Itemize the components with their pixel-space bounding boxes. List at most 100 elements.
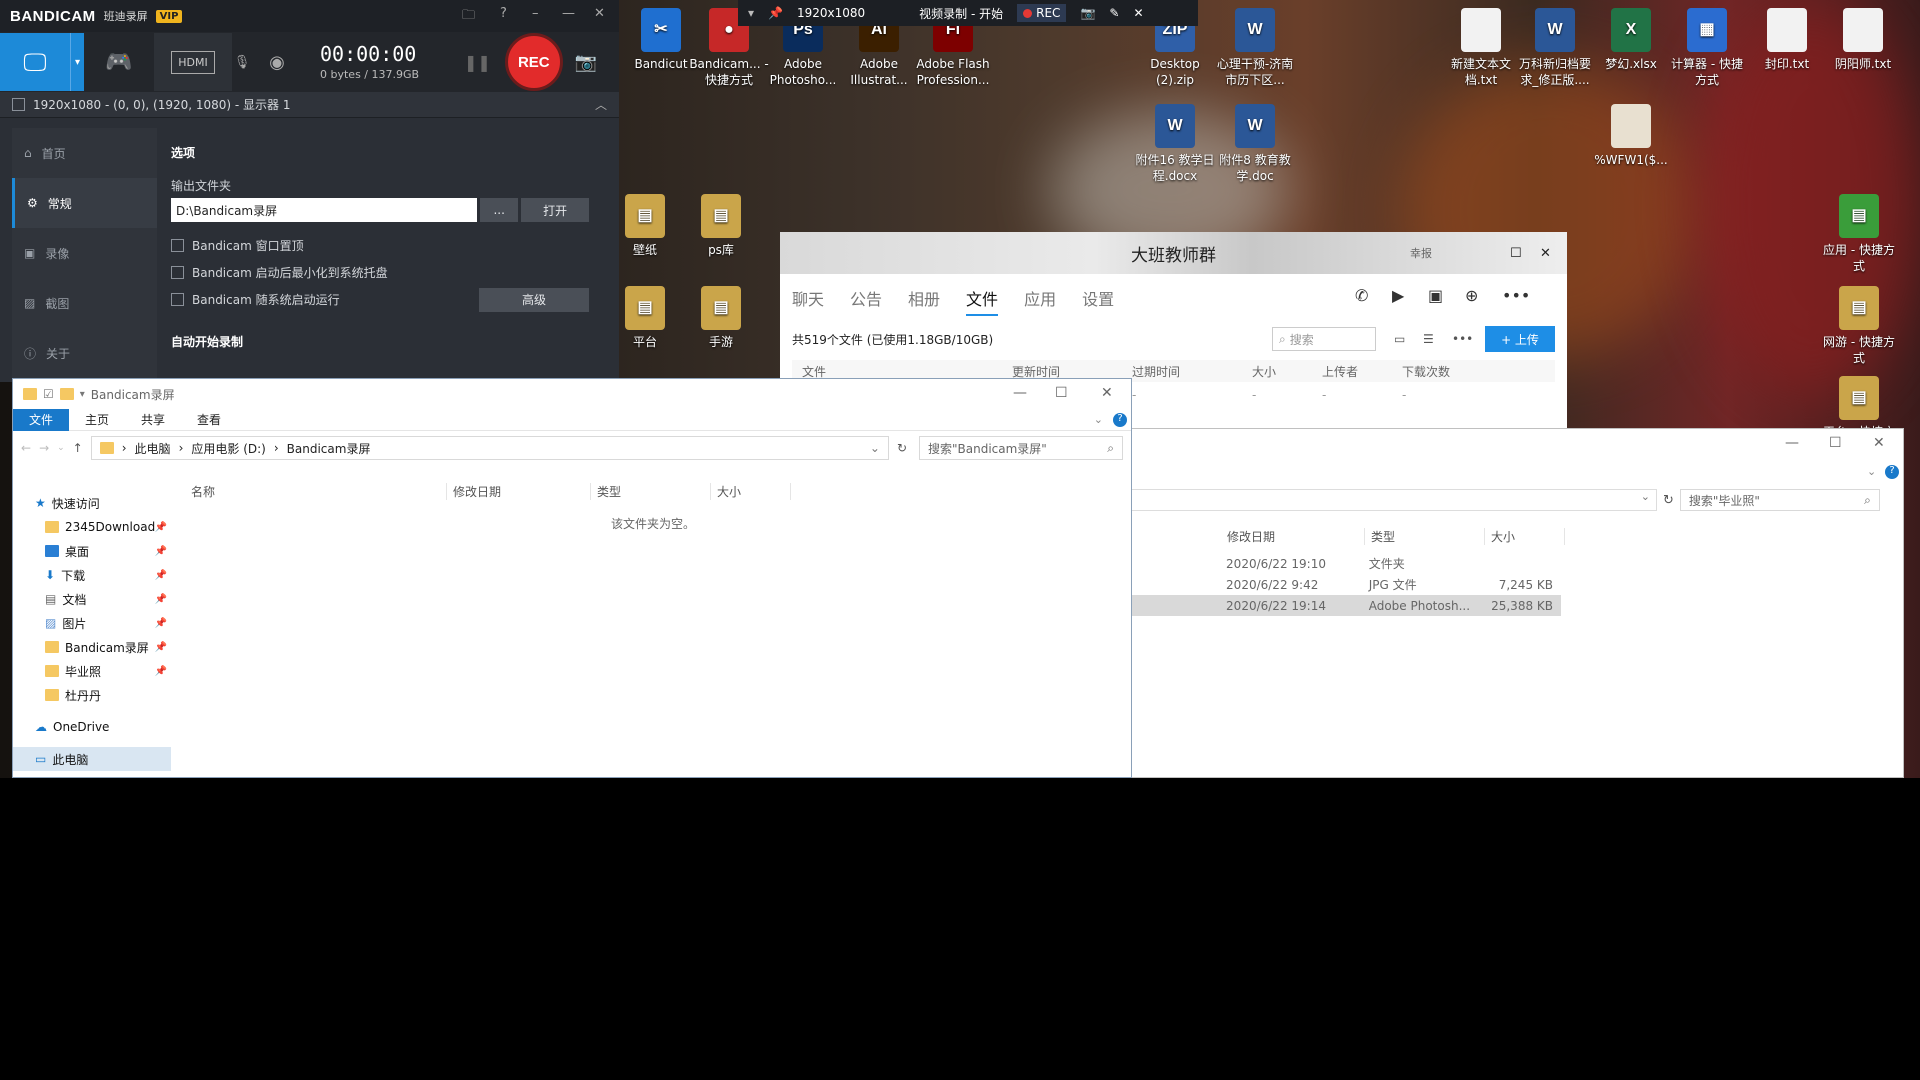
tab-view[interactable]: 查看: [181, 411, 237, 428]
refresh-icon[interactable]: ↻: [1663, 493, 1674, 508]
close-icon[interactable]: ✕: [1133, 6, 1143, 20]
close-icon[interactable]: ✕: [594, 6, 605, 21]
chevron-down-icon[interactable]: ▾: [748, 6, 754, 20]
col-type[interactable]: 类型: [591, 482, 711, 500]
nav-item[interactable]: ▤ 文档 📌: [13, 587, 171, 611]
desktop-icon[interactable]: 新建文本文档.txt: [1440, 8, 1522, 88]
capture-target-bar[interactable]: 1920x1080 - (0, 0), (1920, 1080) - 显示器 1…: [0, 92, 619, 118]
sidebar-item-general[interactable]: ⚙ 常规: [12, 178, 157, 228]
minimize-icon[interactable]: —: [1013, 385, 1027, 401]
table-row[interactable]: 2020/6/22 9:42 JPG 文件 7,245 KB: [1121, 574, 1561, 595]
nav-item[interactable]: 毕业照 📌: [13, 659, 171, 683]
screenshot-camera-icon[interactable]: 📷: [575, 52, 597, 73]
desktop-icon[interactable]: W 附件8 教育教学.doc: [1214, 104, 1296, 184]
recent-dropdown-icon[interactable]: ⌄: [57, 443, 65, 453]
desktop-icon[interactable]: 阴阳师.txt: [1822, 8, 1904, 72]
help-icon[interactable]: ?: [1885, 465, 1899, 479]
desktop-icon[interactable]: 封印.txt: [1746, 8, 1828, 72]
col-name[interactable]: 名称: [185, 482, 447, 500]
topmost-checkbox[interactable]: Bandicam 窗口置顶: [171, 232, 589, 259]
pin-icon[interactable]: 📌: [155, 594, 167, 605]
tab-notice[interactable]: 公告: [850, 286, 882, 318]
close-icon[interactable]: ✕: [1101, 385, 1113, 401]
tab-album[interactable]: 相册: [908, 286, 940, 318]
folder-icon[interactable]: 🗀: [462, 6, 475, 28]
camera-icon[interactable]: 📷: [1080, 6, 1095, 20]
col-size[interactable]: 大小: [1485, 527, 1565, 545]
back-icon[interactable]: ←: [21, 441, 31, 455]
nav-item[interactable]: ★ 快速访问: [13, 491, 171, 515]
tab-chat[interactable]: 聊天: [792, 286, 824, 318]
col-updated[interactable]: 更新时间: [1012, 363, 1132, 380]
pause-icon[interactable]: ❚❚: [464, 53, 491, 72]
col-size[interactable]: 大小: [711, 482, 791, 500]
search-input[interactable]: 搜索"毕业照" ⌕: [1679, 489, 1880, 511]
video-call-icon[interactable]: ▶: [1392, 286, 1404, 305]
tab-file[interactable]: 文件: [13, 408, 70, 431]
mic-icon[interactable]: 🎙: [232, 55, 252, 70]
game-mode-button[interactable]: 🎮: [84, 33, 154, 91]
search-input[interactable]: 搜索"Bandicam录屏" ⌕: [919, 436, 1123, 460]
table-row[interactable]: 2020/6/22 19:14 Adobe Photosh... 25,388 KB: [1121, 595, 1561, 616]
new-folder-icon[interactable]: [59, 388, 74, 400]
pin-icon[interactable]: 📌: [155, 618, 167, 629]
nav-item[interactable]: 桌面 📌: [13, 539, 171, 563]
table-row[interactable]: 2020/6/22 19:10 文件夹: [1121, 553, 1561, 574]
maximize-icon[interactable]: ☐: [1055, 385, 1068, 401]
mode-dropdown[interactable]: ▾: [70, 33, 84, 91]
breadcrumb-this-pc[interactable]: 此电脑: [135, 440, 171, 457]
maximize-icon[interactable]: ☐: [1829, 435, 1842, 451]
rec-indicator[interactable]: REC: [1017, 4, 1067, 22]
desktop-icon[interactable]: ▤ 手游: [680, 286, 762, 350]
col-modified[interactable]: 修改日期: [1221, 527, 1365, 545]
help-icon[interactable]: ?: [1113, 412, 1127, 427]
desktop-icon[interactable]: W 心理干预-济南市历下区...: [1214, 8, 1296, 88]
minimize-icon[interactable]: —: [562, 6, 575, 21]
desktop-icon[interactable]: W 万科新归档要求_修正版....: [1514, 8, 1596, 88]
browse-button[interactable]: ...: [480, 198, 519, 222]
close-icon[interactable]: ✕: [1873, 435, 1885, 451]
open-folder-button[interactable]: 打开: [521, 198, 589, 222]
screen-mode-button[interactable]: 🖵: [0, 33, 70, 91]
col-downloads[interactable]: 下载次数: [1402, 363, 1482, 380]
minimize-mini-icon[interactable]: –: [532, 6, 539, 21]
col-file[interactable]: 文件: [792, 363, 1012, 380]
nav-item[interactable]: 2345Download 📌: [13, 515, 171, 539]
nav-item[interactable]: Bandicam录屏 📌: [13, 635, 171, 659]
sidebar-item-screenshot[interactable]: ▨ 截图: [12, 278, 157, 328]
desktop-icon[interactable]: %WFW1($...: [1590, 104, 1672, 168]
list-view-icon[interactable]: ☰: [1423, 332, 1434, 346]
tab-settings[interactable]: 设置: [1082, 286, 1114, 318]
col-type[interactable]: 类型: [1365, 527, 1485, 545]
phone-icon[interactable]: ✆: [1355, 286, 1368, 305]
desktop-icon[interactable]: ▤ 应用 - 快捷方式: [1818, 194, 1900, 274]
col-uploader[interactable]: 上传者: [1322, 363, 1402, 380]
pin-icon[interactable]: 📌: [155, 522, 167, 533]
maximize-icon[interactable]: ☐: [1510, 246, 1522, 261]
address-bar[interactable]: › 此电脑 › 应用电影 (D:) › Bandicam录屏 ⌄: [90, 436, 889, 460]
class-icon[interactable]: ▣: [1428, 286, 1443, 305]
nav-item[interactable]: ▨ 图片 📌: [13, 611, 171, 635]
desktop-icon[interactable]: ▤ ps库: [680, 194, 762, 258]
desktop-icon[interactable]: X 梦幻.xlsx: [1590, 8, 1672, 72]
files-search-input[interactable]: ⌕ 搜索: [1272, 327, 1376, 351]
expand-ribbon-icon[interactable]: ⌄: [1094, 413, 1103, 426]
col-size[interactable]: 大小: [1252, 363, 1322, 380]
upload-button[interactable]: + 上传: [1485, 326, 1555, 352]
pin-icon[interactable]: 📌: [155, 546, 167, 557]
forward-icon[interactable]: →: [39, 441, 49, 455]
tray-checkbox[interactable]: Bandicam 启动后最小化到系统托盘: [171, 259, 589, 286]
pin-icon[interactable]: 📌: [155, 570, 167, 581]
autostart-checkbox[interactable]: Bandicam 随系统启动运行 高级: [171, 286, 589, 313]
collapse-icon[interactable]: ︿: [595, 96, 607, 113]
col-modified[interactable]: 修改日期: [447, 482, 591, 500]
hdmi-mode-button[interactable]: HDMI: [154, 33, 232, 91]
pin-icon[interactable]: 📌: [155, 642, 167, 653]
tab-files[interactable]: 文件: [966, 286, 999, 316]
add-icon[interactable]: ⊕: [1465, 286, 1478, 305]
tab-home[interactable]: 主页: [69, 411, 125, 428]
desktop-icon[interactable]: ▦ 计算器 - 快捷方式: [1666, 8, 1748, 88]
desktop-icon[interactable]: W 附件16 教学日程.docx: [1134, 104, 1216, 184]
address-dropdown-icon[interactable]: ⌄: [870, 441, 880, 455]
tab-apps[interactable]: 应用: [1024, 286, 1056, 318]
